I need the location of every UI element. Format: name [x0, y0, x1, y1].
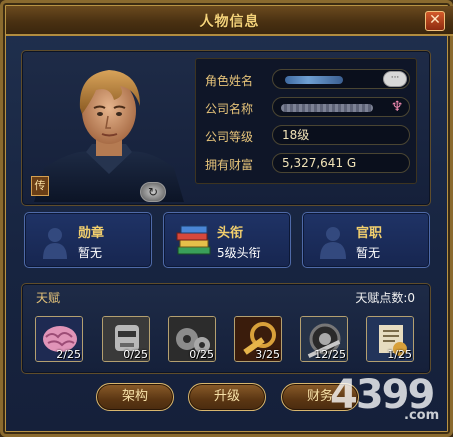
info-row-company: 公司名称 ♆: [205, 97, 415, 117]
swap-icon[interactable]: ↻: [140, 182, 166, 202]
card-value: 暂无: [78, 246, 103, 260]
company-level-value: 18级: [272, 125, 410, 145]
skill-count: 12/25: [314, 348, 346, 361]
close-button[interactable]: ✕: [425, 11, 445, 31]
talent-skill-2[interactable]: 0/25: [102, 316, 150, 362]
medal-silhouette-icon: [35, 221, 75, 261]
close-icon: ✕: [429, 12, 441, 28]
official-silhouette-icon: [313, 221, 353, 261]
card-value: 5级头衔: [217, 246, 261, 260]
talent-points: 天赋点数:0: [355, 291, 415, 305]
card-title: 官职: [356, 226, 383, 241]
info-row-name: 角色姓名 ···: [205, 69, 415, 89]
card-value: 暂无: [356, 246, 381, 260]
wealth-value: 5,327,641 G: [272, 153, 410, 173]
talent-skill-5[interactable]: 12/25: [300, 316, 348, 362]
talent-skill-6[interactable]: 1/25: [366, 316, 414, 362]
info-box: 角色姓名 ··· 公司名称 ♆ 公司等级 18级 拥有财富 5,327,641 …: [195, 58, 417, 184]
skill-count: 0/25: [123, 348, 148, 361]
info-label: 角色姓名: [205, 74, 254, 88]
window-title: 人物信息: [199, 14, 260, 30]
watermark-domain: .com: [404, 408, 440, 423]
title-bar[interactable]: 人物信息 ✕: [6, 6, 453, 36]
blurred-name: [285, 76, 343, 84]
card-title: 头衔: [217, 226, 244, 241]
info-label: 拥有财富: [205, 158, 254, 172]
info-label: 公司名称: [205, 102, 254, 116]
skill-count: 1/25: [387, 348, 412, 361]
talent-title: 天赋: [36, 291, 61, 305]
character-name-value: ···: [272, 69, 410, 89]
card-title: 勋章: [78, 226, 105, 241]
official-card[interactable]: 官职 暂无: [302, 212, 430, 268]
skill-count: 2/25: [56, 348, 81, 361]
skill-count: 0/25: [189, 348, 214, 361]
pink-flask-icon[interactable]: ♆: [388, 99, 406, 115]
book-icon[interactable]: 传: [31, 176, 49, 196]
skill-count: 3/25: [255, 348, 280, 361]
info-row-wealth: 拥有财富 5,327,641 G: [205, 153, 415, 173]
company-name-value: ♆: [272, 97, 410, 117]
blurred-company: [281, 104, 373, 112]
upgrade-button[interactable]: 升级: [188, 383, 266, 411]
talent-skill-4[interactable]: 3/25: [234, 316, 282, 362]
structure-button[interactable]: 架构: [96, 383, 174, 411]
info-label: 公司等级: [205, 130, 254, 144]
talent-skill-3[interactable]: 0/25: [168, 316, 216, 362]
medal-card[interactable]: 勋章 暂无: [24, 212, 152, 268]
chat-icon[interactable]: ···: [383, 71, 407, 87]
title-card[interactable]: 头衔 5级头衔: [163, 212, 291, 268]
character-portrait: [34, 56, 184, 202]
talent-skill-1[interactable]: 2/25: [35, 316, 83, 362]
info-row-level: 公司等级 18级: [205, 125, 415, 145]
books-stack-icon: [174, 221, 214, 261]
